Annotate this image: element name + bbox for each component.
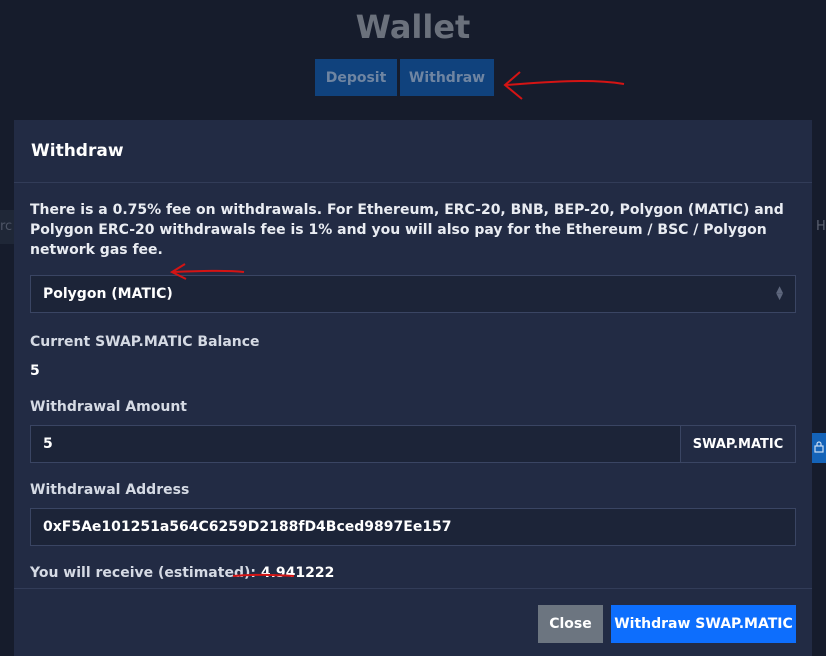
address-input[interactable] <box>30 508 796 546</box>
lock-icon <box>810 433 826 463</box>
modal-footer: Close Withdraw SWAP.MATIC <box>14 588 812 656</box>
select-caret-icon: ▲ ▼ <box>776 285 783 302</box>
modal-header: Withdraw <box>14 120 812 183</box>
background-edge-right: H <box>816 219 826 234</box>
receive-label: You will receive (estimated): <box>30 565 261 581</box>
network-select[interactable]: Polygon (MATIC) ▲ ▼ <box>30 275 796 313</box>
network-select-value: Polygon (MATIC) <box>43 286 173 302</box>
receive-estimate: You will receive (estimated): 4.941222 <box>30 565 796 581</box>
tab-deposit[interactable]: Deposit <box>315 59 397 96</box>
address-label: Withdrawal Address <box>30 482 190 498</box>
annotation-arrow-withdraw-tab <box>503 71 625 100</box>
page-title: Wallet <box>355 8 471 46</box>
balance-label: Current SWAP.MATIC Balance <box>30 334 260 350</box>
tab-withdraw[interactable]: Withdraw <box>400 59 494 96</box>
amount-input[interactable] <box>30 425 681 463</box>
close-button[interactable]: Close <box>538 605 603 643</box>
amount-label: Withdrawal Amount <box>30 399 187 415</box>
balance-value: 5 <box>30 363 40 379</box>
amount-unit: SWAP.MATIC <box>681 425 796 463</box>
background-edge-left: rc <box>0 210 14 244</box>
modal-title: Withdraw <box>31 141 124 161</box>
page: Wallet Deposit Withdraw rc H Withdraw Th… <box>0 0 826 656</box>
fee-notice: There is a 0.75% fee on withdrawals. For… <box>30 202 784 258</box>
withdraw-modal: Withdraw There is a 0.75% fee on withdra… <box>14 120 812 656</box>
withdraw-submit-button[interactable]: Withdraw SWAP.MATIC <box>611 605 796 643</box>
receive-value: 4.941222 <box>260 565 335 581</box>
amount-input-group: SWAP.MATIC <box>30 425 796 463</box>
modal-body: There is a 0.75% fee on withdrawals. For… <box>14 200 812 581</box>
wallet-tabs: Deposit Withdraw <box>315 59 494 96</box>
